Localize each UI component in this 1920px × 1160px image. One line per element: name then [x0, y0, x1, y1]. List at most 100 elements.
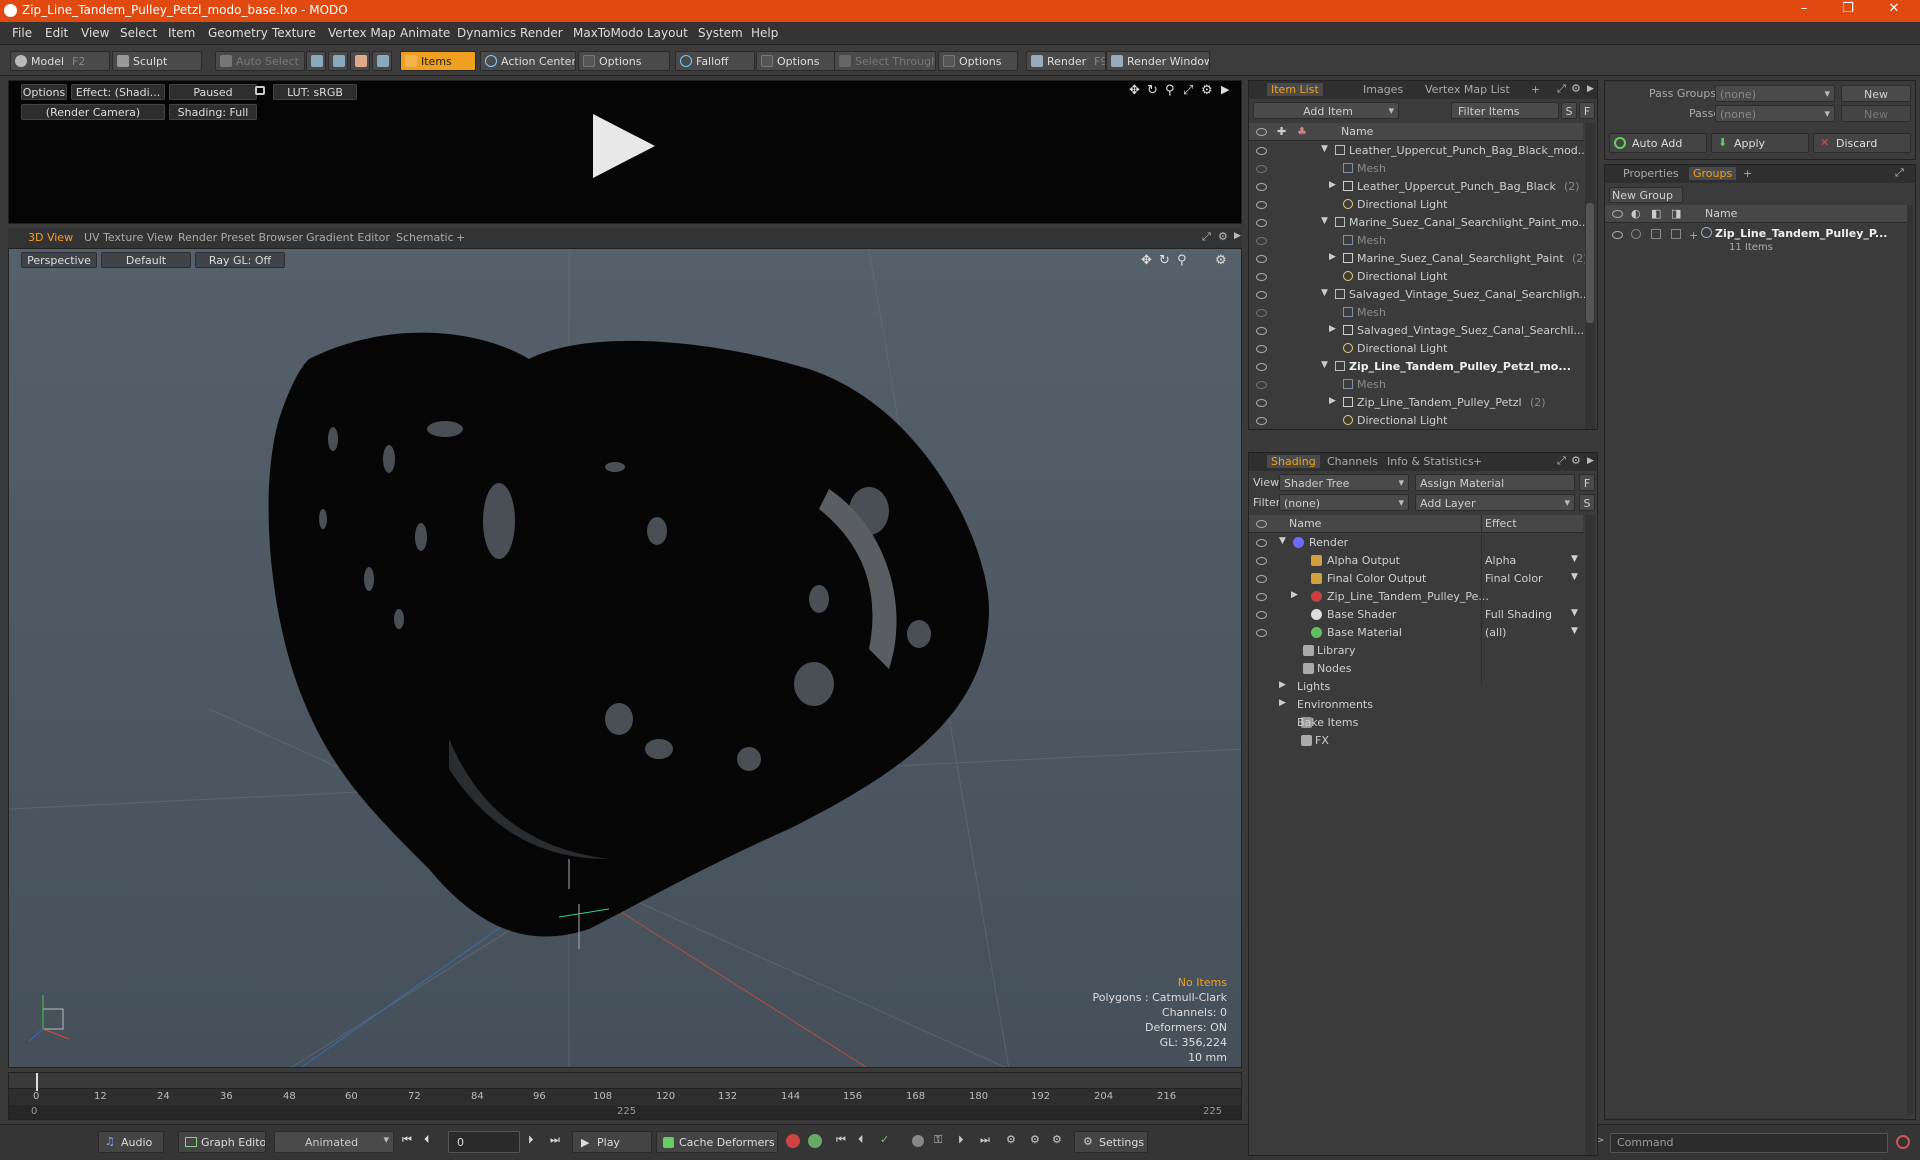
cache-deformers-button[interactable]: Cache Deformers — [656, 1131, 778, 1153]
chevron-down-icon[interactable]: ▼ — [1571, 608, 1578, 618]
new-pass-group-button[interactable]: New — [1841, 85, 1911, 102]
new-group-button[interactable]: New Group — [1609, 187, 1683, 203]
tab-images[interactable]: Images — [1363, 83, 1403, 96]
shader-row[interactable]: ▶ Environments — [1249, 696, 1585, 714]
style-dropdown[interactable]: Default — [101, 252, 191, 268]
collapse-icon[interactable]: ▼ — [1279, 536, 1286, 546]
maximize-panel-icon[interactable]: ⤢ — [1895, 166, 1904, 180]
tab-3d-view[interactable]: 3D View — [28, 231, 73, 244]
shader-row[interactable]: ▼ Render — [1249, 534, 1585, 552]
visibility-icon[interactable] — [1255, 555, 1267, 565]
audio-button[interactable]: ♫ Audio — [98, 1131, 164, 1153]
item-list-scrollbar[interactable] — [1585, 123, 1595, 429]
gear-icon[interactable]: ⚙ — [1571, 454, 1581, 467]
shader-row[interactable]: FX — [1249, 732, 1585, 750]
maximize-panel-icon[interactable]: ⤢ — [1557, 82, 1566, 96]
item-row[interactable]: Directional Light — [1249, 412, 1585, 430]
filter-s-button[interactable]: S — [1561, 102, 1577, 119]
edges-mode-button[interactable] — [328, 51, 348, 71]
command-input[interactable]: Command — [1610, 1133, 1888, 1153]
collapse-icon[interactable]: ▼ — [1321, 216, 1328, 226]
render-toggle-icon[interactable] — [1631, 229, 1641, 239]
current-frame-marker[interactable] — [36, 1073, 38, 1091]
polygons-mode-button[interactable] — [350, 51, 370, 71]
rotate-view-icon[interactable]: ↻ — [1147, 83, 1158, 98]
add-tab-button[interactable]: + — [1743, 167, 1752, 180]
lock-icon[interactable] — [255, 86, 265, 95]
lock-toggle-icon[interactable] — [1651, 229, 1661, 239]
gear-icon[interactable]: ⚙ — [1571, 82, 1581, 95]
item-row[interactable]: ▶ Salvaged_Vintage_Suez_Canal_Searchli... — [1249, 322, 1585, 340]
apply-button[interactable]: ⬇ Apply — [1711, 133, 1809, 153]
tab-schematic[interactable]: Schematic — [396, 231, 454, 244]
shader-row[interactable]: ▶ Zip_Line_Tandem_Pulley_Pe... — [1249, 588, 1585, 606]
action-center-options-button[interactable]: Options — [578, 51, 670, 71]
tab-gradient-editor[interactable]: Gradient Editor — [306, 231, 390, 244]
items-mode-button[interactable]: Items — [400, 51, 476, 71]
item-row[interactable]: ▼ Salvaged_Vintage_Suez_Canal_Searchligh.… — [1249, 286, 1585, 304]
expand-icon[interactable]: ▶ — [1291, 590, 1298, 600]
prev-key-icon[interactable]: ⏮ — [836, 1133, 846, 1147]
menu-select[interactable]: Select — [120, 26, 157, 40]
zoom-view-icon[interactable]: ⚲ — [1177, 253, 1187, 268]
maximize-button[interactable]: ❐ — [1828, 1, 1868, 16]
expand-icon[interactable]: ▶ — [1329, 396, 1336, 406]
visibility-icon[interactable] — [1255, 573, 1267, 583]
gear-icon[interactable]: ⚙ — [1215, 253, 1227, 268]
tab-item-list[interactable]: Item List — [1267, 83, 1323, 96]
expand-icon[interactable]: ▶ — [1329, 180, 1336, 190]
visibility-icon[interactable] — [1255, 415, 1267, 425]
timeline-ruler[interactable] — [9, 1073, 1241, 1089]
menu-render[interactable]: Render — [520, 26, 563, 40]
passes-dropdown[interactable]: (none) — [1715, 105, 1835, 122]
preview-options-button[interactable]: Options — [21, 84, 67, 100]
maximize-panel-icon[interactable]: ⤢ — [1202, 230, 1211, 244]
visibility-icon[interactable] — [1255, 325, 1267, 335]
collapse-icon[interactable]: ▼ — [1321, 360, 1328, 370]
action-center-button[interactable]: Action Center — [480, 51, 576, 71]
discard-button[interactable]: ✕ Discard — [1813, 133, 1911, 153]
collapse-icon[interactable]: ▼ — [1321, 144, 1328, 154]
tab-channels[interactable]: Channels — [1327, 455, 1378, 468]
visibility-icon[interactable] — [1255, 397, 1267, 407]
minimize-button[interactable]: – — [1784, 1, 1824, 16]
pass-groups-dropdown[interactable]: (none) — [1715, 85, 1835, 102]
item-row[interactable]: Mesh — [1249, 376, 1585, 394]
select-toggle-icon[interactable] — [1671, 229, 1681, 239]
item-row[interactable]: ▶ Leather_Uppercut_Punch_Bag_Black (2) — [1249, 178, 1585, 196]
settings-button[interactable]: ⚙ Settings — [1074, 1131, 1148, 1153]
zoom-view-icon[interactable]: ⚲ — [1165, 83, 1175, 98]
auto-select-button[interactable]: Auto Select — [215, 51, 305, 71]
shading-s-button[interactable]: S — [1579, 494, 1595, 511]
step-back-icon[interactable]: ⏴ — [424, 1133, 430, 1147]
item-row[interactable]: Mesh — [1249, 304, 1585, 322]
menu-item[interactable]: Item — [168, 26, 195, 40]
menu-help[interactable]: Help — [751, 26, 778, 40]
timeline[interactable]: 0 12 24 36 48 60 72 84 96 108 120 132 14… — [8, 1072, 1242, 1120]
shading-f-button[interactable]: F — [1579, 474, 1595, 491]
menu-maxtomodo[interactable]: MaxToModo — [573, 26, 643, 40]
visibility-icon[interactable] — [1611, 229, 1623, 239]
key-tool3-icon[interactable]: ⚙ — [1052, 1133, 1062, 1146]
preview-paused-button[interactable]: Paused — [169, 84, 257, 100]
3d-viewport[interactable]: Perspective Default Ray GL: Off ✥ ↻ ⚲ ⚙ … — [8, 248, 1242, 1068]
tab-info-statistics[interactable]: Info & Statistics — [1387, 455, 1474, 468]
scrollbar-thumb[interactable] — [1586, 203, 1594, 323]
shader-row[interactable]: Base Shader Full Shading ▼ — [1249, 606, 1585, 624]
visibility-icon[interactable] — [1255, 145, 1267, 155]
item-row[interactable]: Directional Light — [1249, 340, 1585, 358]
item-row[interactable]: ▼ Leather_Uppercut_Punch_Bag_Black_mod... — [1249, 142, 1585, 160]
chevron-down-icon[interactable]: ▼ — [1571, 626, 1578, 636]
visibility-icon[interactable] — [1255, 163, 1267, 173]
visibility-icon[interactable] — [1255, 289, 1267, 299]
add-tab-button[interactable]: + — [1473, 455, 1482, 468]
key-right-icon[interactable]: ⏵ — [958, 1133, 964, 1147]
menu-texture[interactable]: Texture — [272, 26, 316, 40]
record-key-icon[interactable] — [786, 1134, 800, 1148]
menu-animate[interactable]: Animate — [400, 26, 450, 40]
menu-vertex-map[interactable]: Vertex Map — [328, 26, 396, 40]
effect-dropdown[interactable]: (all) — [1485, 626, 1506, 639]
perspective-dropdown[interactable]: Perspective — [21, 252, 97, 268]
visibility-icon[interactable] — [1255, 627, 1267, 637]
tab-shading[interactable]: Shading — [1267, 455, 1320, 468]
